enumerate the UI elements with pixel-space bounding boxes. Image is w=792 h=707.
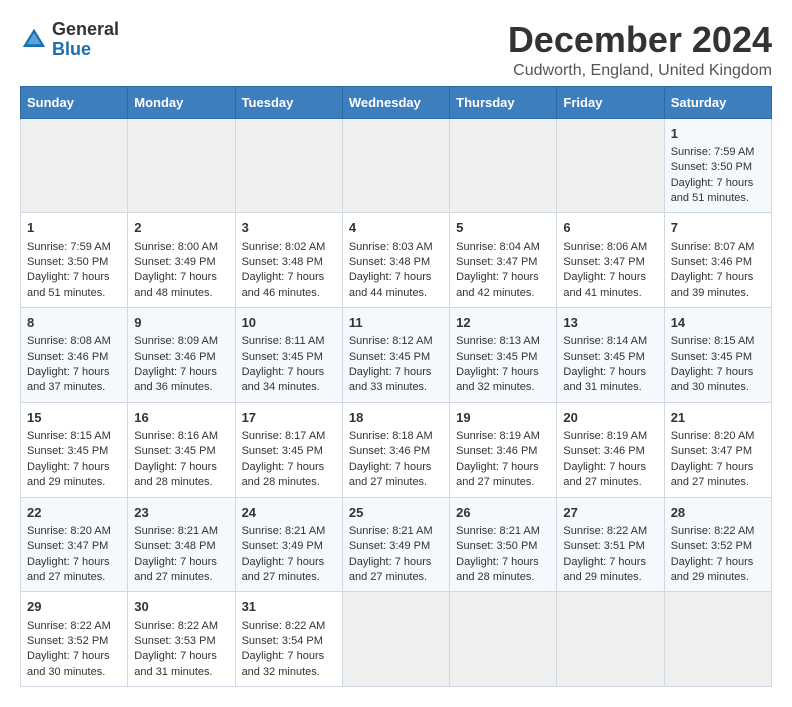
- table-row: 13Sunrise: 8:14 AMSunset: 3:45 PMDayligh…: [557, 308, 664, 403]
- table-row: 1Sunrise: 7:59 AMSunset: 3:50 PMDaylight…: [21, 213, 128, 308]
- table-row: 2Sunrise: 8:00 AMSunset: 3:49 PMDaylight…: [128, 213, 235, 308]
- main-title: December 2024: [508, 20, 772, 60]
- calendar-header: Sunday Monday Tuesday Wednesday Thursday…: [21, 86, 772, 118]
- calendar-table: Sunday Monday Tuesday Wednesday Thursday…: [20, 86, 772, 688]
- table-row: [557, 118, 664, 213]
- table-row: 18Sunrise: 8:18 AMSunset: 3:46 PMDayligh…: [342, 402, 449, 497]
- table-row: 10Sunrise: 8:11 AMSunset: 3:45 PMDayligh…: [235, 308, 342, 403]
- header-friday: Friday: [557, 86, 664, 118]
- title-block: December 2024 Cudworth, England, United …: [508, 20, 772, 80]
- table-row: 17Sunrise: 8:17 AMSunset: 3:45 PMDayligh…: [235, 402, 342, 497]
- subtitle: Cudworth, England, United Kingdom: [508, 62, 772, 80]
- table-row: [235, 118, 342, 213]
- table-row: [664, 592, 771, 687]
- table-row: 30Sunrise: 8:22 AMSunset: 3:53 PMDayligh…: [128, 592, 235, 687]
- table-row: 27Sunrise: 8:22 AMSunset: 3:51 PMDayligh…: [557, 497, 664, 592]
- table-row: 11Sunrise: 8:12 AMSunset: 3:45 PMDayligh…: [342, 308, 449, 403]
- logo-icon: [20, 26, 48, 54]
- table-row: 6Sunrise: 8:06 AMSunset: 3:47 PMDaylight…: [557, 213, 664, 308]
- logo: General Blue: [20, 20, 119, 60]
- table-row: [450, 118, 557, 213]
- calendar-body: 1Sunrise: 7:59 AMSunset: 3:50 PMDaylight…: [21, 118, 772, 687]
- page-header: General Blue December 2024 Cudworth, Eng…: [20, 20, 772, 80]
- table-row: 1Sunrise: 7:59 AMSunset: 3:50 PMDaylight…: [664, 118, 771, 213]
- table-row: 31Sunrise: 8:22 AMSunset: 3:54 PMDayligh…: [235, 592, 342, 687]
- table-row: 29Sunrise: 8:22 AMSunset: 3:52 PMDayligh…: [21, 592, 128, 687]
- table-row: 14Sunrise: 8:15 AMSunset: 3:45 PMDayligh…: [664, 308, 771, 403]
- table-row: 28Sunrise: 8:22 AMSunset: 3:52 PMDayligh…: [664, 497, 771, 592]
- table-row: [342, 592, 449, 687]
- table-row: 26Sunrise: 8:21 AMSunset: 3:50 PMDayligh…: [450, 497, 557, 592]
- table-row: 24Sunrise: 8:21 AMSunset: 3:49 PMDayligh…: [235, 497, 342, 592]
- table-row: 21Sunrise: 8:20 AMSunset: 3:47 PMDayligh…: [664, 402, 771, 497]
- table-row: 15Sunrise: 8:15 AMSunset: 3:45 PMDayligh…: [21, 402, 128, 497]
- table-row: 12Sunrise: 8:13 AMSunset: 3:45 PMDayligh…: [450, 308, 557, 403]
- header-monday: Monday: [128, 86, 235, 118]
- table-row: [128, 118, 235, 213]
- table-row: 8Sunrise: 8:08 AMSunset: 3:46 PMDaylight…: [21, 308, 128, 403]
- table-row: [21, 118, 128, 213]
- table-row: [450, 592, 557, 687]
- table-row: 5Sunrise: 8:04 AMSunset: 3:47 PMDaylight…: [450, 213, 557, 308]
- logo-line2: Blue: [52, 40, 119, 60]
- table-row: 23Sunrise: 8:21 AMSunset: 3:48 PMDayligh…: [128, 497, 235, 592]
- table-row: 9Sunrise: 8:09 AMSunset: 3:46 PMDaylight…: [128, 308, 235, 403]
- table-row: 16Sunrise: 8:16 AMSunset: 3:45 PMDayligh…: [128, 402, 235, 497]
- table-row: 20Sunrise: 8:19 AMSunset: 3:46 PMDayligh…: [557, 402, 664, 497]
- table-row: 7Sunrise: 8:07 AMSunset: 3:46 PMDaylight…: [664, 213, 771, 308]
- table-row: 25Sunrise: 8:21 AMSunset: 3:49 PMDayligh…: [342, 497, 449, 592]
- logo-line1: General: [52, 20, 119, 40]
- table-row: 22Sunrise: 8:20 AMSunset: 3:47 PMDayligh…: [21, 497, 128, 592]
- header-thursday: Thursday: [450, 86, 557, 118]
- header-tuesday: Tuesday: [235, 86, 342, 118]
- header-sunday: Sunday: [21, 86, 128, 118]
- header-wednesday: Wednesday: [342, 86, 449, 118]
- table-row: [557, 592, 664, 687]
- header-saturday: Saturday: [664, 86, 771, 118]
- table-row: 4Sunrise: 8:03 AMSunset: 3:48 PMDaylight…: [342, 213, 449, 308]
- table-row: 19Sunrise: 8:19 AMSunset: 3:46 PMDayligh…: [450, 402, 557, 497]
- table-row: 3Sunrise: 8:02 AMSunset: 3:48 PMDaylight…: [235, 213, 342, 308]
- table-row: [342, 118, 449, 213]
